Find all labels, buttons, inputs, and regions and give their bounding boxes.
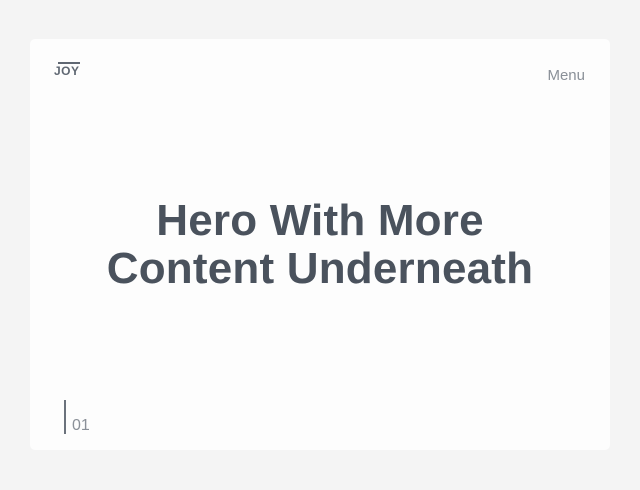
hero-title-line-1: Hero With More [156, 196, 484, 245]
slide-number: 01 [72, 417, 90, 434]
logo-overline [58, 62, 80, 64]
hero-title: Hero With More Content Underneath [30, 197, 610, 293]
logo-text: JOY [54, 64, 80, 78]
menu-button[interactable]: Menu [547, 67, 585, 84]
hero-card: JOY Menu Hero With More Content Undernea… [30, 39, 610, 450]
hero-title-line-2: Content Underneath [106, 244, 534, 293]
brand-logo[interactable]: JOY [54, 62, 80, 78]
slide-indicator-line [64, 400, 66, 434]
